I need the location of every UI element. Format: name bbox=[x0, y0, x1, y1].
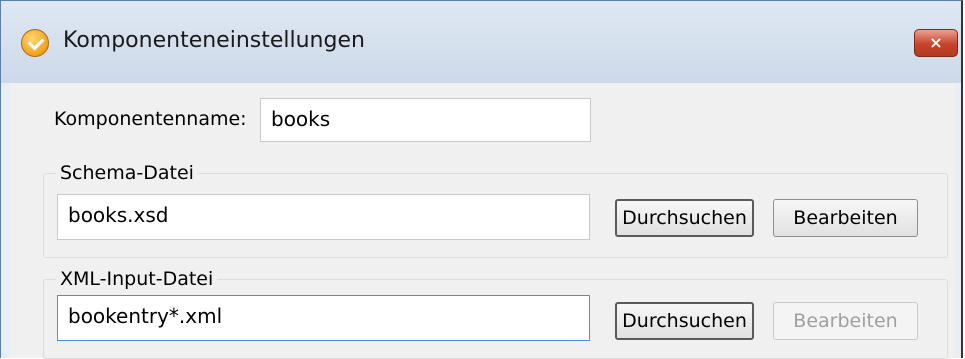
dialog-window: Komponenteneinstellungen × Komponentenna… bbox=[0, 0, 963, 359]
component-name-input[interactable]: books bbox=[260, 98, 591, 142]
xml-input-file-legend: XML-Input-Datei bbox=[56, 268, 218, 290]
close-icon: × bbox=[929, 33, 943, 52]
window-title: Komponenteneinstellungen bbox=[63, 28, 365, 53]
schema-file-input[interactable]: books.xsd bbox=[57, 194, 590, 240]
close-button[interactable]: × bbox=[914, 29, 958, 57]
app-icon bbox=[21, 29, 49, 57]
schema-browse-button[interactable]: Durchsuchen bbox=[615, 199, 754, 237]
schema-file-legend: Schema-Datei bbox=[56, 162, 198, 184]
xml-input-browse-button[interactable]: Durchsuchen bbox=[615, 302, 754, 340]
component-name-label: Komponentenname: bbox=[54, 108, 247, 130]
dialog-content: Komponentenname: books Schema-Datei book… bbox=[10, 83, 955, 359]
xml-input-edit-button: Bearbeiten bbox=[773, 302, 918, 340]
title-bar[interactable]: Komponenteneinstellungen × bbox=[1, 1, 961, 83]
schema-edit-button[interactable]: Bearbeiten bbox=[773, 199, 918, 237]
xml-input-file-input[interactable]: bookentry*.xml bbox=[57, 295, 590, 341]
